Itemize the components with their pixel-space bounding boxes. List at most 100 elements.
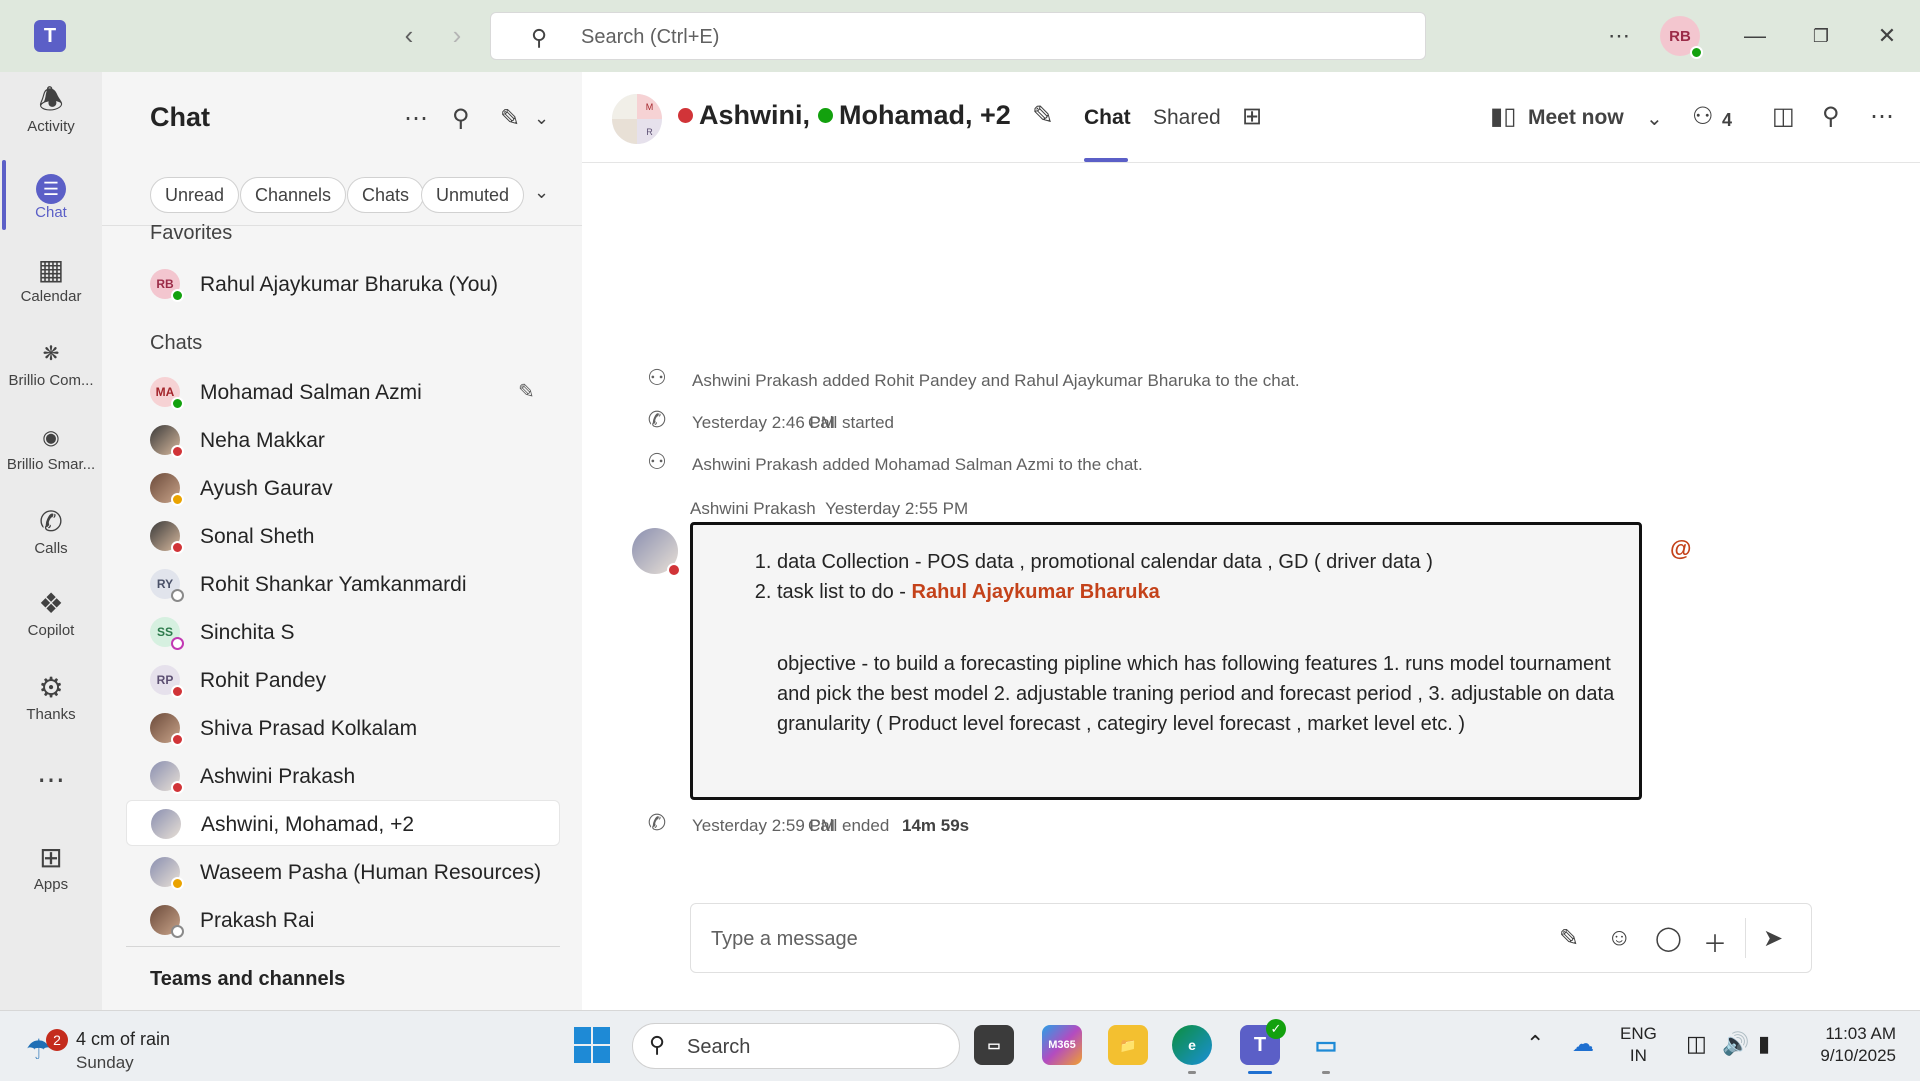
more-options-icon[interactable]: ⋯	[1870, 102, 1894, 131]
file-explorer-icon[interactable]: 📁	[1108, 1025, 1148, 1065]
send-icon[interactable]: ➤	[1763, 924, 1783, 953]
presence-available-icon	[1690, 46, 1703, 59]
mention[interactable]: Rahul Ajaykumar Bharuka	[912, 581, 1160, 603]
edit-name-icon[interactable]: ✎	[1032, 100, 1054, 131]
filter-channels[interactable]: Channels	[240, 177, 347, 213]
filter-chats[interactable]: Chats	[347, 177, 425, 213]
message-composer[interactable]: ✎ ☺ ◯ ＋ ➤	[690, 903, 1812, 973]
avatar	[150, 857, 184, 890]
add-tab-icon[interactable]: ⊞	[1242, 102, 1262, 131]
close-icon[interactable]: ✕	[1872, 18, 1902, 54]
calendar-icon: ▦	[37, 254, 65, 285]
tab-chat[interactable]: Chat	[1084, 106, 1131, 130]
avatar[interactable]	[632, 528, 681, 577]
participants-count[interactable]: 4	[1722, 110, 1732, 131]
list-item[interactable]: Ashwini Prakash	[126, 753, 560, 799]
meet-now-button[interactable]: Meet now	[1528, 106, 1624, 130]
filter-unmuted[interactable]: Unmuted	[421, 177, 525, 213]
rail-brillio-com[interactable]: ❋ Brillio Com...	[0, 336, 102, 389]
chat-title-name1: Ashwini,	[699, 100, 811, 130]
battery-icon[interactable]: ▮	[1758, 1031, 1770, 1057]
chevron-down-icon[interactable]: ⌄	[534, 108, 549, 129]
rail-activity[interactable]: 🕭 Activity	[0, 82, 102, 135]
list-item[interactable]: Waseem Pasha (Human Resources)	[126, 849, 560, 895]
avatar	[150, 521, 184, 554]
chevron-up-icon[interactable]: ⌃	[1526, 1031, 1544, 1057]
rail-calendar-label: Calendar	[20, 288, 82, 305]
chat-name: Shiva Prasad Kolkalam	[200, 717, 418, 740]
windows-start-icon[interactable]	[574, 1027, 610, 1063]
volume-icon[interactable]: 🔊	[1722, 1031, 1749, 1057]
person-add-icon: ⚇	[647, 449, 667, 474]
list-item[interactable]: MA Mohamad Salman Azmi ✎	[126, 369, 560, 415]
tab-shared[interactable]: Shared	[1153, 106, 1221, 130]
restore-icon[interactable]: ❐	[1806, 18, 1836, 54]
list-item[interactable]: RP Rohit Pandey	[126, 657, 560, 703]
more-options-icon[interactable]: ⋯	[1604, 18, 1634, 54]
loop-icon[interactable]: ◯	[1655, 924, 1682, 953]
sender-name: Ashwini Prakash	[690, 499, 816, 518]
rail-more-apps[interactable]: ⋯	[0, 762, 102, 798]
more-options-icon[interactable]: ⋯	[404, 104, 428, 133]
rail-thanks[interactable]: ⚙ Thanks	[0, 670, 102, 723]
minimize-icon[interactable]: —	[1740, 18, 1770, 54]
list-item[interactable]: Prakash Rai	[126, 897, 560, 943]
presence-offline-icon	[171, 589, 184, 602]
onedrive-cloud-icon[interactable]: ☁	[1572, 1031, 1594, 1057]
participants-icon[interactable]: ⚇	[1692, 102, 1714, 131]
apps-icon[interactable]: ◫	[1772, 102, 1795, 131]
taskbar-search[interactable]: ⚲ Search	[632, 1023, 960, 1069]
favorites-heading[interactable]: Favorites	[150, 222, 232, 245]
list-item[interactable]: Shiva Prasad Kolkalam	[126, 705, 560, 751]
network-icon[interactable]: ◫	[1686, 1031, 1707, 1057]
search-icon[interactable]: ⚲	[452, 104, 470, 133]
chat-name: Waseem Pasha (Human Resources)	[200, 861, 542, 884]
snipping-app-icon[interactable]: ▭	[1306, 1025, 1346, 1065]
group-avatar[interactable]: M R	[612, 94, 662, 144]
list-item-selected[interactable]: Ashwini, Mohamad, +2	[126, 800, 560, 846]
new-chat-icon[interactable]: ✎	[500, 104, 520, 133]
list-item[interactable]: Ayush Gaurav	[126, 465, 560, 511]
back-arrow-icon[interactable]: ‹	[394, 20, 424, 50]
m365-icon[interactable]: M365	[1042, 1025, 1082, 1065]
format-icon[interactable]: ✎	[1559, 924, 1579, 953]
clock-time: 11:03 AM	[1825, 1024, 1896, 1043]
message-input[interactable]	[709, 924, 1513, 954]
presence-busy-icon	[171, 541, 184, 554]
global-search-box[interactable]: ⚲	[490, 12, 1426, 60]
plus-icon[interactable]: ＋	[1703, 924, 1727, 959]
chevron-down-icon[interactable]: ⌄	[1646, 106, 1663, 131]
forward-arrow-icon[interactable]: ›	[442, 20, 472, 50]
rail-chat[interactable]: ☰ Chat	[0, 168, 102, 221]
rail-brillio-smart[interactable]: ◉ Brillio Smar...	[0, 420, 102, 473]
presence-offline-icon	[171, 925, 184, 938]
chat-name: Ashwini Prakash	[200, 765, 356, 788]
list-item[interactable]: RY Rohit Shankar Yamkanmardi	[126, 561, 560, 607]
teams-and-channels-heading[interactable]: Teams and channels	[150, 968, 345, 991]
chevron-down-icon[interactable]: ⌄	[534, 182, 549, 203]
language-indicator[interactable]: ENG IN	[1620, 1023, 1657, 1067]
chat-title[interactable]: Ashwini, Mohamad , +2	[678, 100, 1011, 131]
list-item[interactable]: Neha Makkar	[126, 417, 560, 463]
filter-unread[interactable]: Unread	[150, 177, 240, 213]
message-bubble[interactable]: data Collection - POS data , promotional…	[690, 522, 1642, 800]
profile-avatar[interactable]: RB	[1660, 16, 1703, 59]
mention-at-icon: @	[1670, 536, 1692, 561]
list-item[interactable]: RB Rahul Ajaykumar Bharuka (You)	[126, 261, 560, 307]
rail-apps[interactable]: ⊞ Apps	[0, 840, 102, 893]
search-icon[interactable]: ⚲	[1822, 102, 1840, 131]
list-item[interactable]: SS Sinchita S	[126, 609, 560, 655]
presence-busy-icon	[171, 445, 184, 458]
rail-calendar[interactable]: ▦ Calendar	[0, 252, 102, 305]
chats-heading[interactable]: Chats	[150, 332, 202, 355]
task-view-icon[interactable]: ▭	[974, 1025, 1014, 1065]
rail-copilot[interactable]: ❖ Copilot	[0, 586, 102, 639]
chat-name: Neha Makkar	[200, 429, 325, 452]
phone-icon: ✆	[647, 810, 667, 835]
global-search-input[interactable]	[579, 23, 1383, 51]
rail-calls[interactable]: ✆ Calls	[0, 504, 102, 557]
edge-browser-icon[interactable]: e	[1172, 1025, 1212, 1065]
system-clock[interactable]: 11:03 AM 9/10/2025	[1806, 1023, 1896, 1067]
emoji-icon[interactable]: ☺	[1607, 924, 1632, 952]
list-item[interactable]: Sonal Sheth	[126, 513, 560, 559]
